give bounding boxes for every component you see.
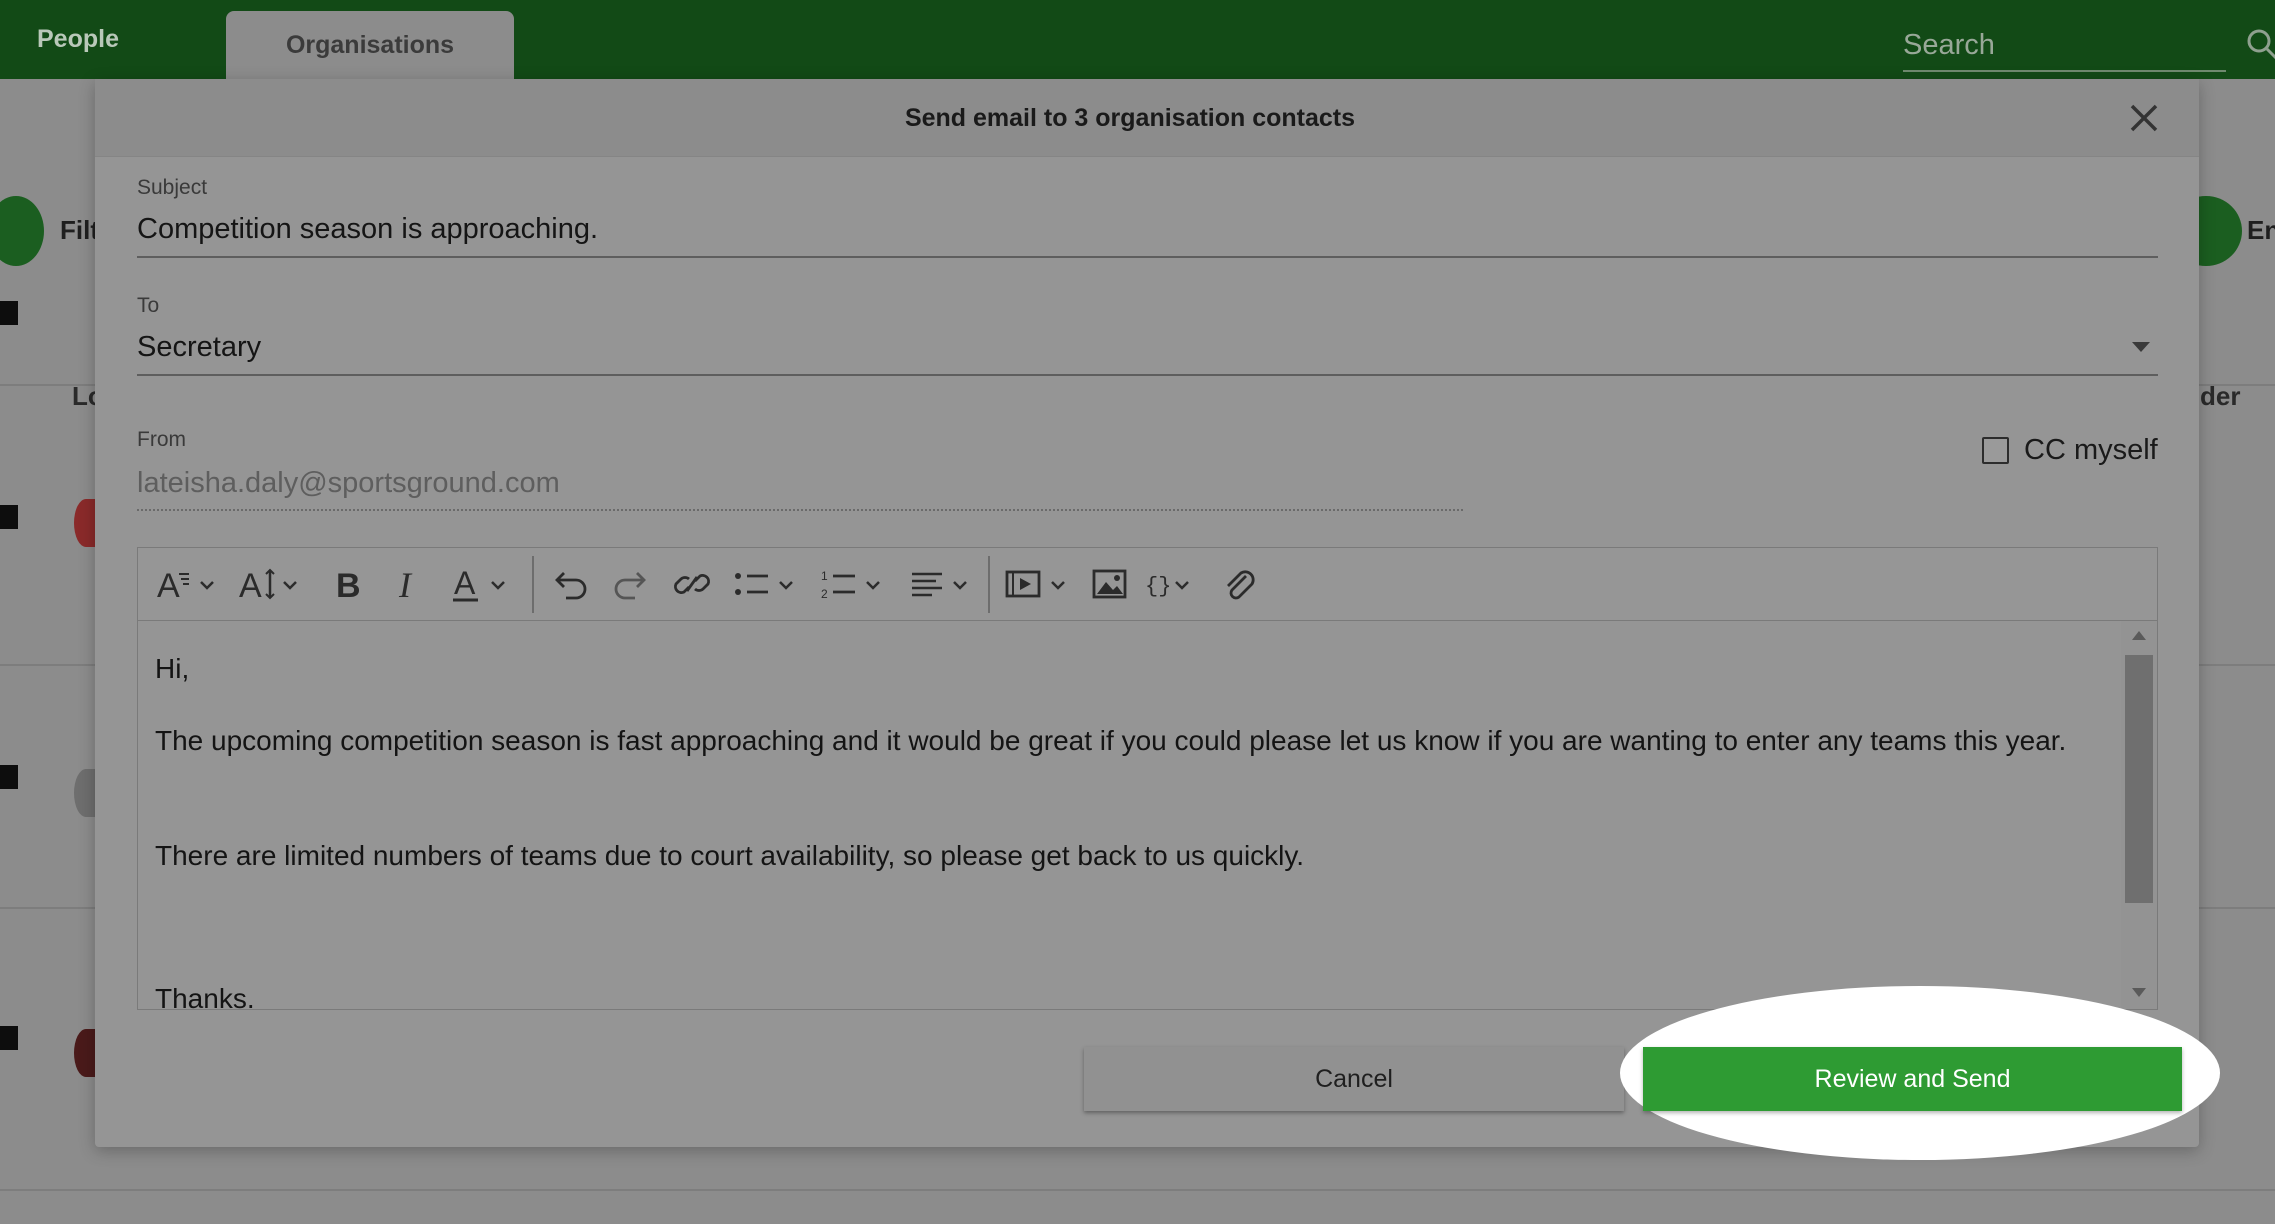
from-label: From <box>137 428 186 451</box>
scroll-thumb[interactable] <box>2125 655 2153 903</box>
italic-icon[interactable]: I <box>389 560 429 608</box>
subject-underline <box>137 256 2158 258</box>
dialog-header: Send email to 3 organisation contacts <box>95 79 2199 157</box>
attachment-icon[interactable] <box>1218 560 1258 608</box>
undo-icon[interactable] <box>548 560 592 608</box>
bold-icon[interactable]: B <box>328 560 368 608</box>
from-field: lateisha.daly@sportsground.com <box>137 467 560 499</box>
subject-label: Subject <box>137 176 208 199</box>
cc-myself-checkbox[interactable] <box>1982 437 2009 464</box>
search-field[interactable] <box>1903 22 2226 72</box>
select-all-checkbox[interactable] <box>0 301 18 325</box>
tab-organisations[interactable]: Organisations <box>226 11 514 79</box>
toolbar-separator <box>532 556 534 613</box>
code-icon[interactable]: {} <box>1144 560 1204 608</box>
tab-people[interactable]: People <box>0 0 156 79</box>
review-and-send-button[interactable]: Review and Send <box>1643 1047 2182 1111</box>
font-color-icon[interactable]: A <box>448 560 514 608</box>
svg-text:{}: {} <box>1145 574 1171 599</box>
filter-button[interactable] <box>0 196 44 266</box>
scroll-down-icon[interactable] <box>2132 988 2146 997</box>
image-icon[interactable] <box>1090 560 1130 608</box>
scroll-up-icon[interactable] <box>2132 631 2146 640</box>
row-divider <box>0 1189 2275 1191</box>
svg-text:2: 2 <box>821 587 828 601</box>
from-underline <box>137 509 1463 511</box>
align-icon[interactable] <box>908 560 978 608</box>
toolbar-separator <box>988 556 990 613</box>
numbered-list-icon[interactable]: 1 2 <box>819 560 889 608</box>
close-icon[interactable] <box>2125 99 2163 137</box>
cancel-button[interactable]: Cancel <box>1084 1047 1624 1111</box>
row-checkbox[interactable] <box>0 505 18 529</box>
link-icon[interactable] <box>670 560 714 608</box>
row-checkbox[interactable] <box>0 765 18 789</box>
body-paragraph: There are limited numbers of teams due t… <box>155 840 1305 871</box>
row-checkbox[interactable] <box>0 1026 18 1050</box>
to-select[interactable]: Secretary <box>137 331 261 364</box>
font-size-icon[interactable]: A <box>238 560 304 608</box>
email-action-label: En <box>2247 215 2275 245</box>
redo-icon[interactable] <box>609 560 653 608</box>
svg-text:I: I <box>398 565 413 605</box>
media-icon[interactable] <box>1004 560 1074 608</box>
svg-text:A: A <box>157 567 180 605</box>
dialog-title: Send email to 3 organisation contacts <box>904 103 1356 132</box>
search-icon[interactable] <box>2246 28 2275 62</box>
editor-content[interactable]: Hi, The upcoming competition season is f… <box>138 621 2118 1009</box>
to-underline <box>137 374 2158 376</box>
body-paragraph: The upcoming competition season is fast … <box>155 725 2067 756</box>
svg-text:1: 1 <box>821 569 828 583</box>
svg-text:B: B <box>336 567 361 605</box>
cc-myself-label[interactable]: CC myself <box>2024 434 2158 467</box>
svg-text:A: A <box>454 565 476 601</box>
rich-text-editor: A A B I A 1 2 {} Hi, The upcoming compet… <box>137 547 2158 1010</box>
bulleted-list-icon[interactable] <box>730 560 800 608</box>
search-input[interactable] <box>1903 22 2226 68</box>
to-label: To <box>137 294 160 317</box>
filter-label: Filt <box>60 215 99 245</box>
font-family-icon[interactable]: A <box>155 560 221 608</box>
editor-toolbar: A A B I A 1 2 {} <box>138 548 2157 621</box>
body-paragraph: Hi, <box>155 653 190 684</box>
svg-text:A: A <box>239 567 262 605</box>
subject-input[interactable]: Competition season is approaching. <box>137 213 598 246</box>
top-navigation-bar: People Organisations <box>0 0 2275 79</box>
editor-scrollbar[interactable] <box>2121 621 2157 1009</box>
body-paragraph: Thanks. <box>155 983 255 1009</box>
chevron-down-icon[interactable] <box>2132 342 2150 352</box>
